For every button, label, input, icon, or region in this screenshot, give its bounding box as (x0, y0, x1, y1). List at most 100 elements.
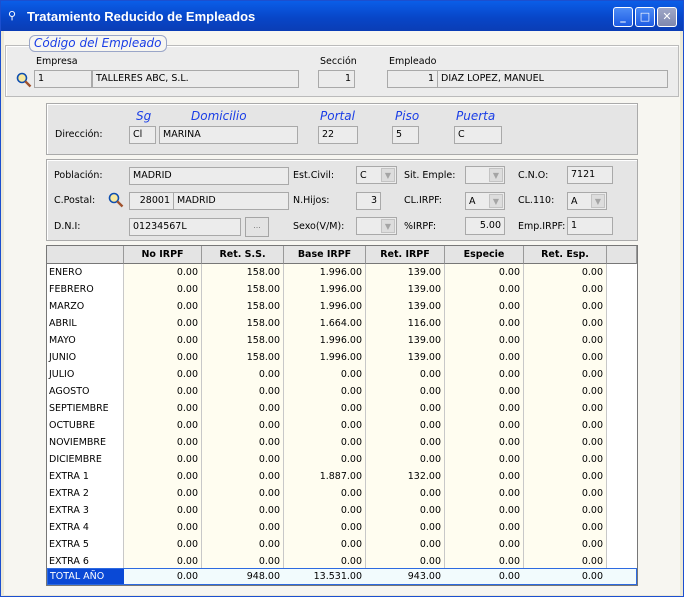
table-cell[interactable]: 0.00 (445, 485, 524, 502)
clirpf-select[interactable]: A ▼ (465, 192, 505, 210)
table-cell[interactable]: 0.00 (124, 434, 202, 451)
table-row[interactable]: MAYO 0.00 158.00 1.996.00 139.00 0.00 0.00 (47, 332, 637, 349)
table-cell[interactable]: 0.00 (445, 315, 524, 332)
table-cell[interactable]: 139.00 (366, 332, 445, 349)
table-cell[interactable]: 1.996.00 (284, 264, 366, 281)
table-cell[interactable]: 0.00 (524, 434, 607, 451)
table-cell[interactable]: 0.00 (524, 417, 607, 434)
seccion-field[interactable]: 1 (318, 70, 355, 88)
table-cell[interactable]: 0.00 (445, 264, 524, 281)
column-header[interactable]: Especie (445, 246, 524, 264)
domicilio-field[interactable]: MARINA (159, 126, 298, 144)
table-cell[interactable]: 1.996.00 (284, 298, 366, 315)
table-cell[interactable]: 0.00 (524, 468, 607, 485)
table-cell[interactable]: 0.00 (524, 485, 607, 502)
sitemple-select[interactable]: ▼ (465, 166, 505, 184)
dni-field[interactable]: 01234567L (129, 218, 241, 236)
magnifier-icon[interactable] (16, 72, 32, 88)
table-cell[interactable]: 1.996.00 (284, 281, 366, 298)
table-cell[interactable]: 0.00 (284, 451, 366, 468)
table-cell[interactable]: 0.00 (284, 400, 366, 417)
table-cell[interactable]: 0.00 (445, 536, 524, 553)
cno-field[interactable]: 7121 (567, 166, 613, 184)
table-cell[interactable]: 0.00 (284, 519, 366, 536)
table-row[interactable]: MARZO 0.00 158.00 1.996.00 139.00 0.00 0.00 (47, 298, 637, 315)
table-cell[interactable]: 158.00 (202, 332, 284, 349)
table-cell[interactable]: 1.887.00 (284, 468, 366, 485)
table-cell[interactable]: 0.00 (202, 519, 284, 536)
table-cell[interactable]: 0.00 (124, 519, 202, 536)
portal-field[interactable]: 22 (318, 126, 358, 144)
table-cell[interactable]: 0.00 (284, 502, 366, 519)
table-cell[interactable]: 0.00 (124, 366, 202, 383)
table-cell[interactable]: 0.00 (284, 536, 366, 553)
chevron-down-icon[interactable]: ▼ (591, 194, 605, 208)
table-row[interactable]: JUNIO 0.00 158.00 1.996.00 139.00 0.00 0.00 (47, 349, 637, 366)
table-row[interactable]: EXTRA 4 0.00 0.00 0.00 0.00 0.00 0.00 (47, 519, 637, 536)
table-cell[interactable]: 1.996.00 (284, 349, 366, 366)
table-cell[interactable]: 158.00 (202, 315, 284, 332)
table-cell[interactable]: 0.00 (366, 519, 445, 536)
table-cell[interactable]: 0.00 (202, 434, 284, 451)
postal-search-icon[interactable] (108, 192, 124, 208)
table-cell[interactable]: 0.00 (524, 502, 607, 519)
table-cell[interactable]: 0.00 (202, 468, 284, 485)
table-cell[interactable]: 0.00 (445, 281, 524, 298)
table-row[interactable]: AGOSTO 0.00 0.00 0.00 0.00 0.00 0.00 (47, 383, 637, 400)
table-row[interactable]: ABRIL 0.00 158.00 1.664.00 116.00 0.00 0.00 (47, 315, 637, 332)
table-cell[interactable]: 0.00 (524, 383, 607, 400)
sexo-select[interactable]: ▼ (356, 217, 397, 235)
estcivil-select[interactable]: C ▼ (356, 166, 397, 184)
chevron-down-icon[interactable]: ▼ (381, 219, 395, 233)
table-cell[interactable]: 0.00 (524, 264, 607, 281)
table-cell[interactable]: 0.00 (284, 434, 366, 451)
table-cell[interactable]: 0.00 (445, 502, 524, 519)
table-cell[interactable]: 0.00 (124, 536, 202, 553)
table-cell[interactable]: 0.00 (524, 366, 607, 383)
nhijos-field[interactable]: 3 (356, 192, 381, 210)
table-cell[interactable]: 0.00 (202, 383, 284, 400)
table-cell[interactable]: 0.00 (124, 281, 202, 298)
piso-field[interactable]: 5 (392, 126, 419, 144)
table-cell[interactable]: 0.00 (445, 417, 524, 434)
chevron-down-icon[interactable]: ▼ (489, 194, 503, 208)
column-header[interactable]: Ret. S.S. (202, 246, 284, 264)
cpostal-code-field[interactable]: 28001 (129, 192, 174, 210)
table-cell[interactable]: 0.00 (124, 451, 202, 468)
empresa-code-field[interactable]: 1 (34, 70, 92, 88)
table-cell[interactable]: 0.00 (445, 400, 524, 417)
table-cell[interactable]: 0.00 (202, 502, 284, 519)
table-row[interactable]: FEBRERO 0.00 158.00 1.996.00 139.00 0.00 0.00 (47, 281, 637, 298)
table-cell[interactable]: 139.00 (366, 298, 445, 315)
table-row[interactable]: NOVIEMBRE 0.00 0.00 0.00 0.00 0.00 0.00 (47, 434, 637, 451)
chevron-down-icon[interactable]: ▼ (381, 168, 395, 182)
table-cell[interactable]: 0.00 (366, 417, 445, 434)
table-cell[interactable]: 0.00 (445, 349, 524, 366)
table-cell[interactable]: 158.00 (202, 298, 284, 315)
table-cell[interactable]: 0.00 (445, 298, 524, 315)
column-header[interactable]: Ret. Esp. (524, 246, 607, 264)
table-cell[interactable]: 0.00 (124, 383, 202, 400)
table-row[interactable]: EXTRA 2 0.00 0.00 0.00 0.00 0.00 0.00 (47, 485, 637, 502)
table-cell[interactable]: 0.00 (202, 366, 284, 383)
close-button[interactable]: ✕ (657, 7, 677, 27)
pirpf-field[interactable]: 5.00 (465, 217, 505, 235)
table-cell[interactable]: 0.00 (124, 400, 202, 417)
empleado-code-field[interactable]: 1 (387, 70, 438, 88)
table-cell[interactable]: 0.00 (284, 383, 366, 400)
table-cell[interactable]: 139.00 (366, 281, 445, 298)
table-cell[interactable]: 0.00 (366, 400, 445, 417)
cl110-select[interactable]: A ▼ (567, 192, 607, 210)
table-row[interactable]: EXTRA 5 0.00 0.00 0.00 0.00 0.00 0.00 (47, 536, 637, 553)
table-cell[interactable]: 0.00 (202, 400, 284, 417)
table-row[interactable]: OCTUBRE 0.00 0.00 0.00 0.00 0.00 0.00 (47, 417, 637, 434)
table-row[interactable]: EXTRA 3 0.00 0.00 0.00 0.00 0.00 0.00 (47, 502, 637, 519)
table-row[interactable]: SEPTIEMBRE 0.00 0.00 0.00 0.00 0.00 0.00 (47, 400, 637, 417)
table-cell[interactable]: 0.00 (366, 366, 445, 383)
sg-field[interactable]: Cl (129, 126, 156, 144)
table-cell[interactable]: 0.00 (366, 502, 445, 519)
table-cell[interactable]: 0.00 (366, 383, 445, 400)
table-cell[interactable]: 158.00 (202, 281, 284, 298)
table-cell[interactable]: 0.00 (202, 451, 284, 468)
table-row[interactable]: EXTRA 1 0.00 0.00 1.887.00 132.00 0.00 0.00 (47, 468, 637, 485)
